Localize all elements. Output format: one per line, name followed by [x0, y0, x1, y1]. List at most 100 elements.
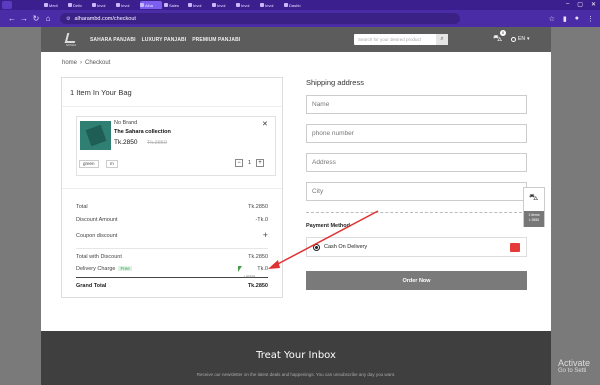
windows-activation-watermark: Activate Go to Setti [558, 358, 591, 374]
search-placeholder: Search for your desired product [358, 37, 422, 42]
home-icon[interactable]: ⌂ [42, 14, 54, 23]
divider [76, 277, 268, 278]
nav-sahara-panjabi[interactable]: SAHARA PANJABI [90, 37, 136, 43]
url-text: alharambd.com/checkout [74, 15, 136, 22]
bag-title: 1 Item In Your Bag [70, 88, 132, 97]
browser-tab[interactable]: Deliv [68, 1, 90, 9]
summary-total: Total Tk.2850 [76, 204, 268, 210]
payment-method-title: Payment Method [306, 223, 351, 229]
breadcrumb-separator-icon: › [80, 60, 83, 66]
globe-icon [511, 36, 516, 42]
browser-tab[interactable]: Dashb [284, 1, 306, 9]
breadcrumb-home[interactable]: home [62, 60, 77, 66]
newsletter-subtitle: Receive our newsletter on the latest dea… [196, 372, 396, 377]
shipping-title: Shipping address [306, 78, 364, 87]
minimize-icon[interactable]: – [566, 1, 569, 8]
item-size-chip: m [106, 160, 118, 168]
bag-item: No Brand The Sahara collection Tk.2850 T… [76, 116, 276, 176]
browser-menu-icon[interactable] [2, 1, 12, 9]
search-input[interactable]: Search for your desired product ⌕ [354, 34, 448, 45]
user-label: USER [244, 274, 256, 279]
order-now-button[interactable]: Order Now [306, 271, 527, 290]
tab-favicon-icon [260, 3, 264, 7]
browser-tab[interactable]: Sales [164, 1, 186, 9]
browser-menu-dots-icon[interactable]: ⋮ [587, 15, 594, 23]
phone-field[interactable]: phone number [306, 124, 527, 143]
language-selector[interactable]: EN ▾ [511, 36, 529, 42]
remove-item-icon[interactable]: ✕ [262, 120, 268, 128]
summary-total-with-discount: Total with Discount Tk.2850 [76, 254, 268, 260]
site-header: SAHARA SAHARA PANJABI LUXURY PANJABI PRE… [41, 27, 551, 52]
browser-tab[interactable]: Invoi [260, 1, 282, 9]
cart-icon[interactable]: ⛍ 0 [493, 30, 506, 45]
divider [62, 106, 282, 107]
site-info-icon[interactable]: ⚙ [66, 16, 70, 22]
mouse-cursor-icon [238, 266, 242, 272]
browser-toolbar: ← → ↻ ⌂ ⚙ alharambd.com/checkout ☆ ▮ ● ⋮ [0, 10, 600, 27]
reload-icon[interactable]: ↻ [30, 14, 42, 23]
divider [76, 248, 268, 249]
browser-tab[interactable]: Medi [44, 1, 66, 9]
browser-tab[interactable]: Invoi [212, 1, 234, 9]
tab-favicon-icon [236, 3, 240, 7]
maximize-icon[interactable]: ▢ [577, 1, 583, 8]
increase-qty-button[interactable]: + [256, 159, 265, 167]
item-price: Tk.2850 [114, 139, 138, 146]
logo-mark-icon [64, 32, 78, 43]
checkout-page: home › Checkout 1 Item In Your Bag No Br… [41, 52, 551, 331]
profile-icon[interactable]: ● [575, 15, 579, 23]
summary-discount: Discount Amount -Tk.0 [76, 217, 268, 223]
quantity-stepper: − 1 + [235, 159, 265, 167]
name-field[interactable]: Name [306, 95, 527, 114]
tab-favicon-icon [188, 3, 192, 7]
browser-tab[interactable]: Invoi [116, 1, 138, 9]
newsletter-title: Treat Your Inbox [256, 350, 336, 361]
nav-premium-panjabi[interactable]: PREMIUM PANJABI [192, 37, 240, 43]
forward-icon[interactable]: → [18, 14, 30, 23]
radio-selected[interactable] [313, 243, 320, 251]
sidebar-icon[interactable]: ▮ [563, 15, 567, 23]
browser-tab-active[interactable]: Alha [140, 1, 162, 9]
add-coupon-button[interactable]: + [263, 230, 268, 240]
chevron-down-icon: ▾ [526, 36, 530, 42]
search-icon[interactable]: ⌕ [436, 34, 448, 45]
tab-favicon-icon [92, 3, 96, 7]
browser-tab-strip: Medi Deliv Invoi Invoi Alha Sales Invoi … [0, 0, 600, 10]
tab-favicon-icon [284, 3, 288, 7]
site-logo[interactable]: SAHARA [60, 29, 82, 51]
summary-grand-total: Grand Total Tk.2850 [76, 283, 268, 289]
floating-cart-total: ৳ 2850 [528, 218, 540, 222]
window-controls: – ▢ ✕ [566, 1, 596, 8]
nav-luxury-panjabi[interactable]: LUXURY PANJABI [142, 37, 187, 43]
floating-cart[interactable]: ⛍ 1 items ৳ 2850 [523, 187, 545, 227]
cart-icon: ⛍ [529, 192, 539, 202]
cash-on-delivery-option[interactable]: Cash On Delivery [306, 237, 527, 257]
cash-delivery-icon [510, 243, 520, 252]
cart-count-badge: 0 [500, 30, 506, 36]
browser-tab[interactable]: Invoi [92, 1, 114, 9]
product-image[interactable] [80, 121, 111, 150]
bag-panel: 1 Item In Your Bag No Brand The Sahara c… [61, 77, 283, 298]
address-field[interactable]: Address [306, 153, 527, 172]
summary-coupon: Coupon discount + [76, 230, 268, 240]
address-bar[interactable]: ⚙ alharambd.com/checkout [60, 13, 460, 24]
divider [62, 188, 282, 189]
decrease-qty-button[interactable]: − [235, 159, 243, 167]
browser-tab[interactable]: Invoi [236, 1, 258, 9]
newsletter-footer: Treat Your Inbox Receive our newsletter … [41, 331, 551, 385]
item-color-chip: green [79, 160, 99, 168]
tab-favicon-icon [140, 3, 144, 7]
city-field[interactable]: City [306, 182, 527, 201]
item-brand: No Brand [114, 120, 138, 126]
free-badge: Free [118, 266, 132, 271]
back-icon[interactable]: ← [6, 14, 18, 23]
bookmark-star-icon[interactable]: ☆ [549, 15, 555, 23]
tab-favicon-icon [164, 3, 168, 7]
item-old-price: Tk.3850 [147, 140, 167, 146]
breadcrumb: home › Checkout [62, 60, 110, 66]
item-name[interactable]: The Sahara collection [114, 129, 171, 135]
divider [306, 212, 527, 213]
browser-tab[interactable]: Invoi [188, 1, 210, 9]
tab-favicon-icon [116, 3, 120, 7]
close-window-icon[interactable]: ✕ [591, 1, 596, 8]
